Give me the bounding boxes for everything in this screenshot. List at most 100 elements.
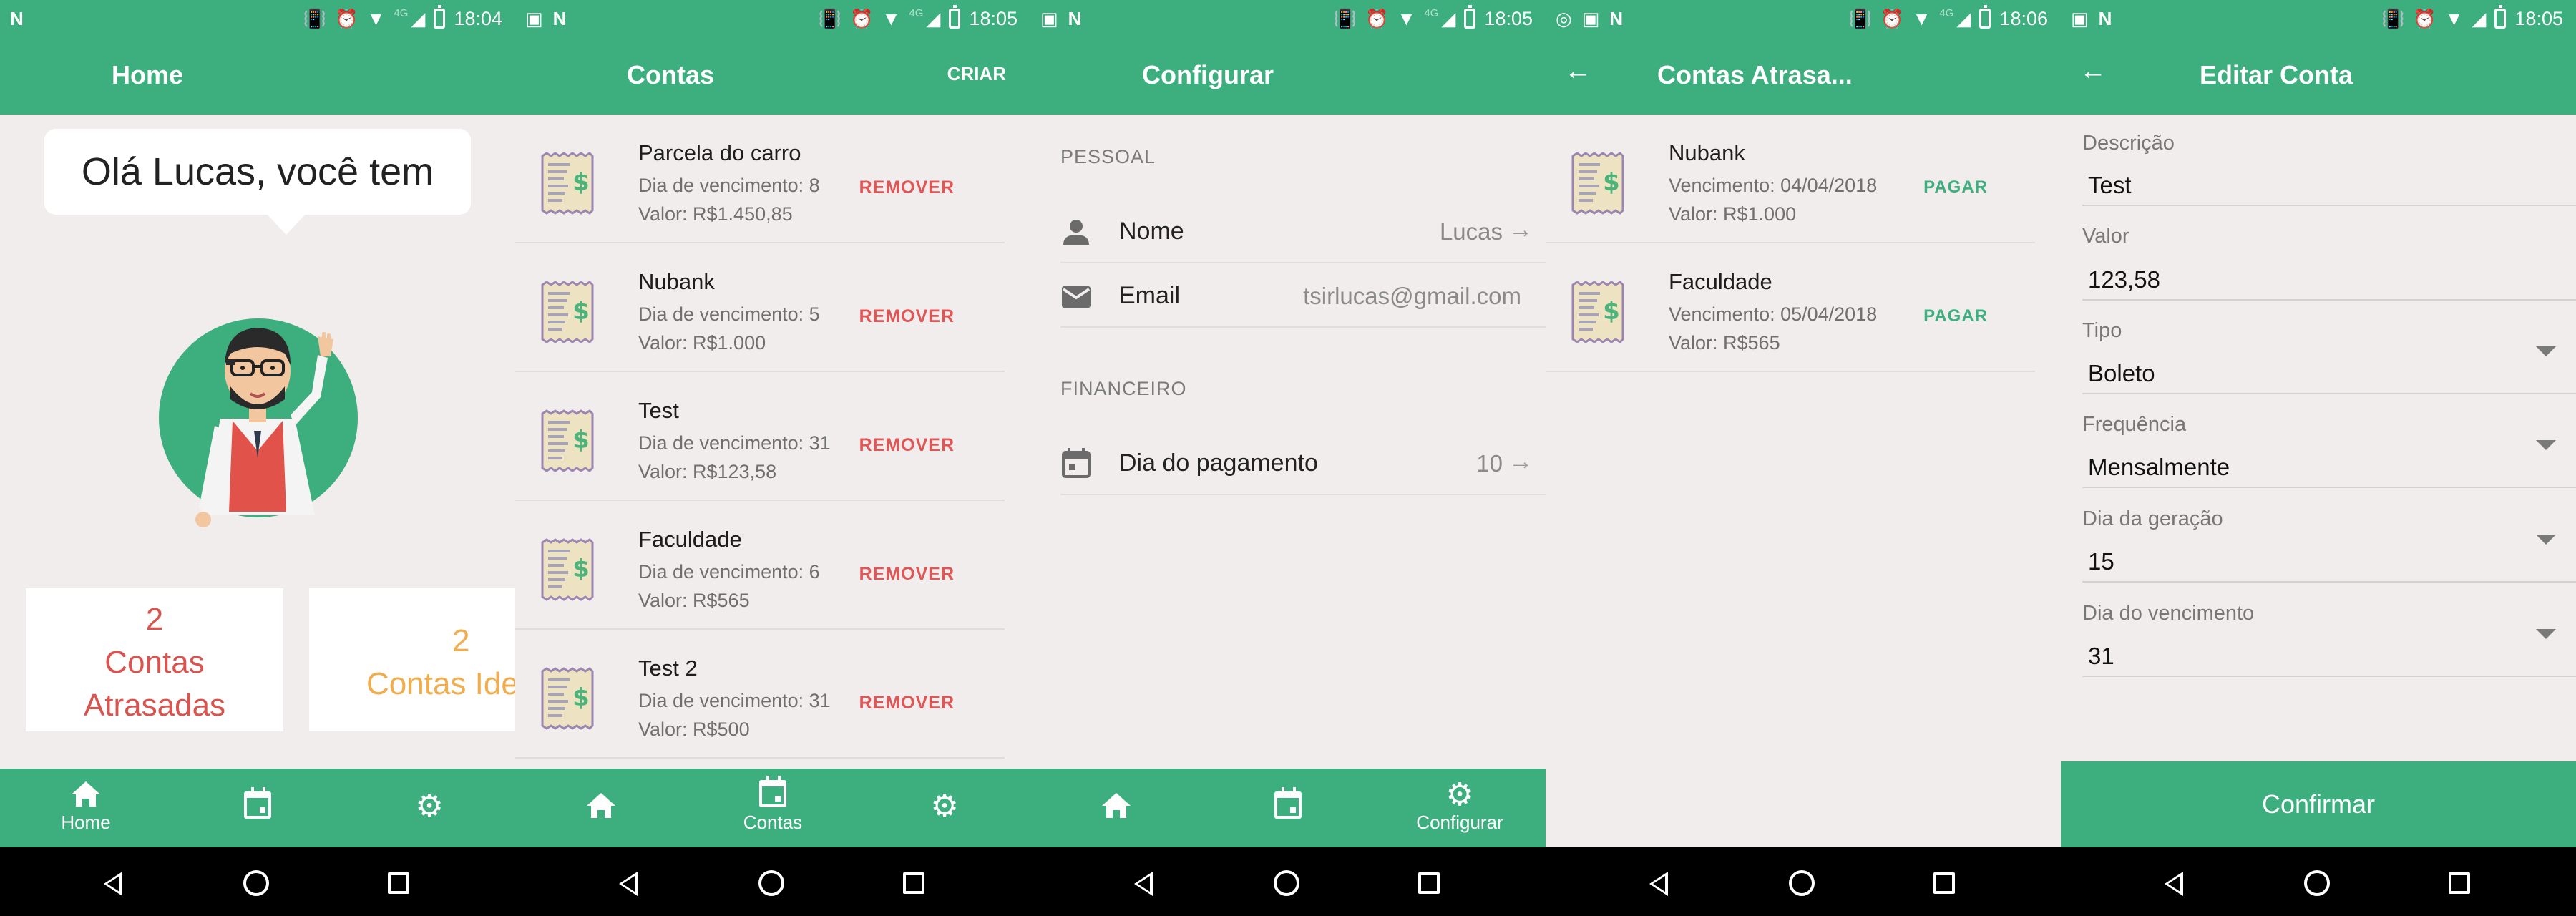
wifi-icon: ▼ [882, 8, 901, 29]
create-button[interactable]: CRIAR [947, 63, 1006, 85]
page-title: Contas Atrasa... [1657, 60, 1853, 89]
network-type: 4G [1424, 7, 1439, 19]
signal-icon: ◢ [1956, 8, 1971, 29]
system-nav-bar [515, 847, 1030, 916]
overdue-bills-card[interactable]: 2 Contas Atrasadas [26, 588, 283, 731]
system-recents-button[interactable] [903, 872, 924, 894]
system-recents-button[interactable] [2449, 872, 2470, 894]
bill-icon [541, 281, 594, 344]
setting-email[interactable]: Email tsirlucas@gmail.com [1060, 263, 1546, 328]
image-notification-icon: ▣ [1581, 8, 1600, 29]
vibrate-icon: 📳 [1333, 8, 1357, 29]
notification-n-icon: N [10, 8, 24, 29]
status-time: 18:06 [1999, 7, 2048, 29]
system-back-button[interactable] [1134, 872, 1153, 896]
bill-row[interactable]: Faculdade Dia de vencimento: 6 Valor: R$… [515, 501, 1005, 630]
field-value[interactable]: 31 [2088, 643, 2114, 670]
system-back-button[interactable] [2165, 872, 2183, 896]
field-underline [2082, 676, 2576, 677]
wifi-icon: ▼ [1397, 8, 1416, 29]
bottom-nav: Home ⚙ [0, 769, 515, 847]
system-back-button[interactable] [1649, 872, 1668, 896]
nav-home[interactable] [1030, 769, 1202, 847]
remove-button[interactable]: REMOVER [859, 564, 955, 585]
field-label: Valor [2082, 225, 2129, 248]
nav-calendar[interactable] [1202, 769, 1374, 847]
bill-name: Test [638, 398, 679, 423]
system-recents-button[interactable] [1933, 872, 1955, 894]
home-icon [1102, 791, 1131, 820]
system-back-button[interactable] [619, 872, 638, 896]
overdue-bill-row[interactable]: Faculdade Vencimento: 05/04/2018 Valor: … [1546, 243, 2035, 372]
bill-row[interactable]: Nubank Dia de vencimento: 5 Valor: R$1.0… [515, 243, 1005, 372]
ideal-bills-card[interactable]: 2 Contas Idea [309, 588, 515, 731]
dropdown-caret-icon[interactable] [2536, 629, 2556, 639]
field-value[interactable]: 15 [2088, 548, 2114, 575]
field-label: Dia do vencimento [2082, 602, 2255, 625]
field-value[interactable]: Boleto [2088, 360, 2155, 387]
arrow-right-icon: → [1508, 448, 1533, 475]
overdue-bill-row[interactable]: Nubank Vencimento: 04/04/2018 Valor: R$1… [1546, 114, 2035, 243]
setting-payday[interactable]: Dia do pagamento 10 → [1060, 431, 1546, 495]
overdue-label-line1: Contas [104, 645, 205, 680]
back-arrow-icon[interactable]: ← [1564, 56, 1591, 87]
calendar-icon [1062, 448, 1091, 478]
system-home-button[interactable] [1789, 870, 1815, 896]
system-home-button[interactable] [758, 870, 784, 896]
field-value[interactable]: 123,58 [2088, 266, 2160, 293]
network-type: 4G [394, 7, 409, 19]
image-notification-icon: ▣ [525, 8, 543, 29]
field-label: Frequência [2082, 413, 2187, 436]
nav-settings[interactable]: ⚙ [343, 769, 515, 847]
dropdown-caret-icon[interactable] [2536, 535, 2556, 545]
dropdown-caret-icon[interactable] [2536, 440, 2556, 450]
character-illustration [195, 328, 333, 527]
remove-button[interactable]: REMOVER [859, 177, 955, 198]
field-value[interactable]: Mensalmente [2088, 454, 2230, 481]
dropdown-caret-icon[interactable] [2536, 346, 2556, 356]
nav-home[interactable] [515, 769, 687, 847]
signal-icon: ◢ [1441, 8, 1456, 29]
system-recents-button[interactable] [1418, 872, 1440, 894]
status-time: 18:05 [969, 7, 1018, 29]
remove-button[interactable]: REMOVER [859, 435, 955, 456]
bill-value: Valor: R$1.450,85 [638, 203, 793, 225]
bill-due: Dia de vencimento: 31 [638, 432, 831, 454]
system-nav-bar [2061, 847, 2576, 916]
system-home-button[interactable] [1274, 870, 1299, 896]
bill-name: Parcela do carro [638, 140, 801, 165]
system-back-button[interactable] [104, 872, 122, 896]
nav-home[interactable]: Home [0, 769, 172, 847]
notification-n-icon: N [552, 8, 567, 29]
pay-button[interactable]: PAGAR [1923, 177, 1988, 198]
bill-row[interactable]: Test Dia de vencimento: 31 Valor: R$123,… [515, 372, 1005, 501]
bill-row[interactable]: Parcela do carro Dia de vencimento: 8 Va… [515, 114, 1005, 243]
calendar-icon [1274, 787, 1302, 819]
nav-settings-label: Configurar [1416, 812, 1503, 833]
system-nav-bar [0, 847, 515, 916]
confirm-button[interactable]: Confirmar [2061, 761, 2576, 847]
bill-due: Dia de vencimento: 8 [638, 175, 820, 196]
pay-button[interactable]: PAGAR [1923, 306, 1988, 326]
setting-value: tsirlucas@gmail.com [1303, 283, 1521, 309]
remove-button[interactable]: REMOVER [859, 693, 955, 713]
signal-icon: ◢ [2472, 8, 2487, 29]
app-bar: ▣ N 📳 ⏰ ▼ ◢ 18:05 ← Editar Conta [2061, 0, 2576, 114]
system-home-button[interactable] [243, 870, 269, 896]
nav-settings[interactable]: ⚙ Configurar [1374, 769, 1546, 847]
back-arrow-icon[interactable]: ← [2079, 56, 2107, 87]
nav-bills[interactable]: Contas [687, 769, 859, 847]
system-recents-button[interactable] [388, 872, 409, 894]
nav-calendar[interactable] [172, 769, 343, 847]
gear-icon: ⚙ [930, 789, 959, 824]
nav-settings[interactable]: ⚙ [859, 769, 1030, 847]
setting-name[interactable]: Nome Lucas → [1060, 199, 1546, 263]
field-value[interactable]: Test [2088, 172, 2132, 199]
system-home-button[interactable] [2304, 870, 2330, 896]
setting-label: Dia do pagamento [1119, 449, 1318, 477]
section-financial: FINANCEIRO [1060, 378, 1187, 399]
remove-button[interactable]: REMOVER [859, 306, 955, 327]
bill-row[interactable]: Test 2 Dia de vencimento: 31 Valor: R$50… [515, 630, 1005, 759]
bill-name: Test 2 [638, 656, 698, 681]
bill-value: Valor: R$1.000 [638, 332, 766, 354]
